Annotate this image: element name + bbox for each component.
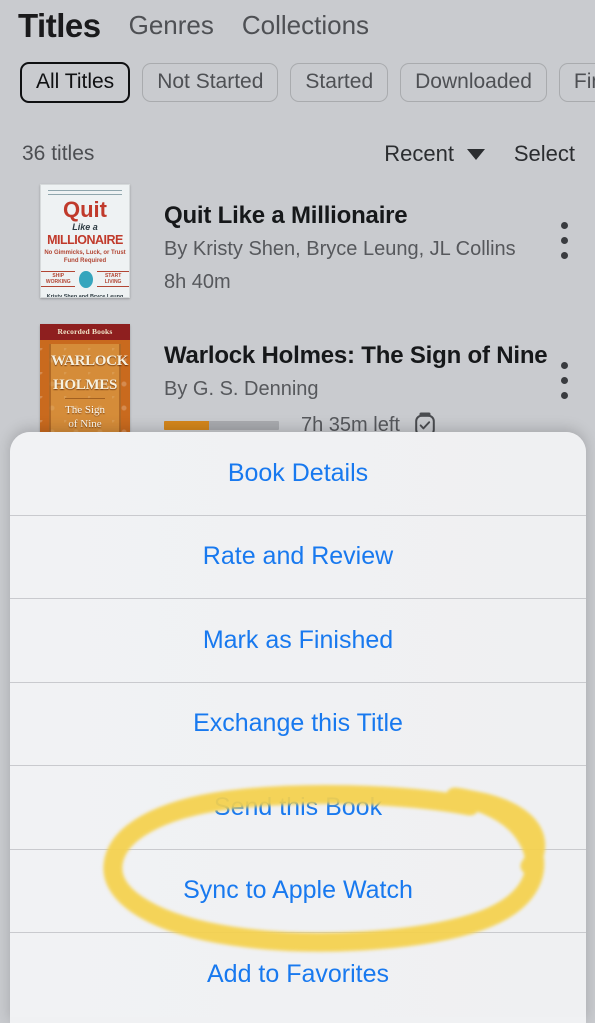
book-info: Quit Like a Millionaire By Kristy Shen, … [130, 184, 595, 302]
filter-chip-not-started[interactable]: Not Started [142, 63, 279, 103]
cover-authors: Kristy Shen and Bryce Leung [46, 293, 124, 298]
cover-title-like-a: Like a [72, 222, 98, 232]
progress-bar-fill [164, 421, 209, 430]
filter-chip-started[interactable]: Started [290, 63, 389, 103]
list-header: 36 titles Recent Select [0, 138, 595, 170]
book-cover-image: Recorded Books WARLOCK HOLMES The Sign o… [40, 324, 130, 438]
cover-tag-left: SHIP WORKING [41, 271, 76, 288]
book-cover-image: Quit Like a MILLIONAIRE No Gimmicks, Luc… [40, 184, 130, 298]
table-row[interactable]: Recorded Books WARLOCK HOLMES The Sign o… [0, 320, 595, 442]
action-sheet-item-rate-and-review[interactable]: Rate and Review [10, 515, 586, 599]
book-length: 8h 40m [164, 271, 231, 293]
select-button[interactable]: Select [514, 141, 575, 167]
book-author: By Kristy Shen, Bryce Leung, JL Collins [164, 238, 516, 260]
action-sheet-item-mark-as-finished[interactable]: Mark as Finished [10, 599, 586, 683]
sort-label: Recent [384, 141, 454, 166]
cover-panel: WARLOCK HOLMES The Sign of Nine G.S. DEN… [49, 344, 129, 434]
cover-subtitle-line2: of Nine [68, 418, 102, 431]
tab-collections[interactable]: Collections [242, 12, 369, 38]
cover-publisher: Recorded Books [40, 324, 130, 340]
cover-rule [48, 190, 122, 195]
book-title: Warlock Holmes: The Sign of Nine [164, 342, 548, 369]
filter-chip-all-titles[interactable]: All Titles [20, 62, 131, 104]
progress-bar [164, 421, 279, 430]
filter-chip-row: All Titles Not Started Started Downloade… [20, 62, 595, 104]
chevron-down-icon [467, 148, 485, 160]
kebab-menu-icon[interactable] [561, 222, 569, 259]
action-sheet-item-send-this-book[interactable]: Send this Book [10, 766, 586, 850]
filter-chip-downloaded[interactable]: Downloaded [400, 63, 547, 103]
action-sheet-item-sync-to-apple-watch[interactable]: Sync to Apple Watch [10, 849, 586, 933]
kebab-menu-icon[interactable] [561, 362, 569, 399]
cover-rule [65, 397, 105, 399]
action-sheet-item-book-details[interactable]: Book Details [10, 432, 586, 516]
book-list: Quit Like a MILLIONAIRE No Gimmicks, Luc… [0, 180, 595, 460]
filter-chip-finished[interactable]: Finished [558, 63, 595, 103]
table-row[interactable]: Quit Like a MILLIONAIRE No Gimmicks, Luc… [0, 180, 595, 302]
book-info: Warlock Holmes: The Sign of Nine By G. S… [130, 324, 595, 442]
action-sheet-item-add-to-favorites[interactable]: Add to Favorites [10, 933, 586, 1017]
cover-title-line2: HOLMES [52, 377, 118, 394]
cover-title-millionaire: MILLIONAIRE [47, 233, 123, 247]
sort-dropdown[interactable]: Recent [384, 141, 485, 167]
cover-title-quit: Quit [63, 197, 107, 222]
cover-title-line1: WARLOCK [51, 353, 129, 369]
titles-count: 36 titles [22, 142, 95, 165]
book-author: By G. S. Denning [164, 378, 319, 400]
top-navigation-bar: Titles Genres Collections [0, 0, 595, 50]
cover-tag-right: START LIVING [97, 271, 129, 288]
tab-genres[interactable]: Genres [129, 12, 214, 38]
cover-subtitle-line1: The Sign [64, 403, 106, 416]
book-title: Quit Like a Millionaire [164, 202, 408, 229]
action-sheet: Book Details Rate and Review Mark as Fin… [10, 432, 586, 1023]
globe-icon [79, 270, 94, 288]
action-sheet-item-exchange-this-title[interactable]: Exchange this Title [10, 682, 586, 766]
cover-band: SHIP WORKING START LIVING [41, 270, 129, 288]
page-title: Titles [18, 6, 101, 44]
cover-subtitle: No Gimmicks, Luck, or Trust Fund Require… [44, 250, 126, 264]
